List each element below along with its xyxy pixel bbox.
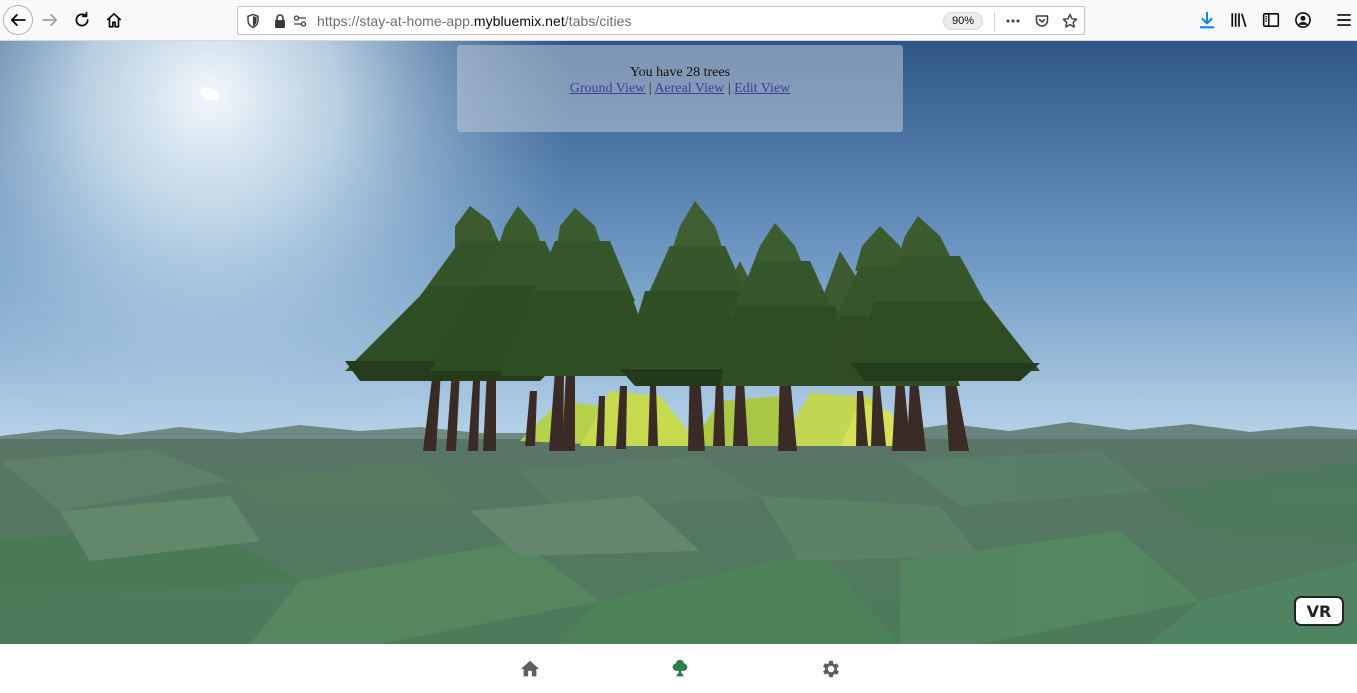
view-separator: | [727,81,731,96]
hamburger-menu-icon [1337,14,1351,26]
gear-icon [823,660,839,678]
tree-icon [672,659,688,677]
tab-settings[interactable] [818,656,844,682]
url-path: /tabs/cities [564,13,632,29]
bookmark-star-icon[interactable] [1062,13,1078,29]
lock-icon[interactable] [272,13,288,29]
url-separator [994,11,995,31]
menu-button[interactable] [1330,6,1357,34]
view-links: Ground View | Aereal View | Edit View [457,81,903,97]
browser-toolbar: https://stay-at-home-app.mybluemix.net/t… [0,0,1357,41]
home-icon [520,660,540,677]
url-domain: mybluemix.net [473,13,565,29]
url-prefix: https://stay-at-home-app. [317,13,474,29]
sidebar-icon [1262,13,1280,27]
forest-3d-scene[interactable]: You have 28 trees Ground View | Aereal V… [0,41,1357,644]
tab-home[interactable] [517,656,543,682]
pocket-icon[interactable] [1034,13,1050,29]
tab-trees[interactable] [667,656,693,682]
reload-icon [75,11,89,27]
bottom-tab-bar [0,644,1357,693]
vr-mode-button[interactable]: VR [1294,596,1344,626]
view-separator: | [648,81,652,96]
more-dots-icon[interactable] [1005,13,1021,29]
library-button[interactable] [1225,6,1253,34]
downloads-button[interactable] [1193,6,1221,34]
url-text[interactable]: https://stay-at-home-app.mybluemix.net/t… [317,13,632,29]
address-bar[interactable]: https://stay-at-home-app.mybluemix.net/t… [237,6,1085,35]
account-button[interactable] [1289,6,1317,34]
home-button[interactable] [100,6,128,34]
library-icon [1231,13,1247,27]
shield-icon[interactable] [245,13,261,29]
arrow-left-icon [10,14,26,26]
reload-button[interactable] [68,6,96,34]
permissions-icon[interactable] [292,13,308,29]
back-button[interactable] [3,5,33,35]
edit-view-link[interactable]: Edit View [734,81,790,96]
ground-view-link[interactable]: Ground View [570,81,646,96]
forward-button[interactable] [36,6,64,34]
download-arrow-icon [1199,11,1215,29]
house-outline-icon [106,12,122,28]
tree-count-text: You have 28 trees [629,65,731,80]
account-icon [1295,12,1311,28]
arrow-right-icon [42,14,58,26]
tree-info-panel: You have 28 trees Ground View | Aereal V… [457,45,903,132]
sidebar-button[interactable] [1257,6,1285,34]
aereal-view-link[interactable]: Aereal View [654,81,724,96]
zoom-level-badge[interactable]: 90% [943,12,983,30]
